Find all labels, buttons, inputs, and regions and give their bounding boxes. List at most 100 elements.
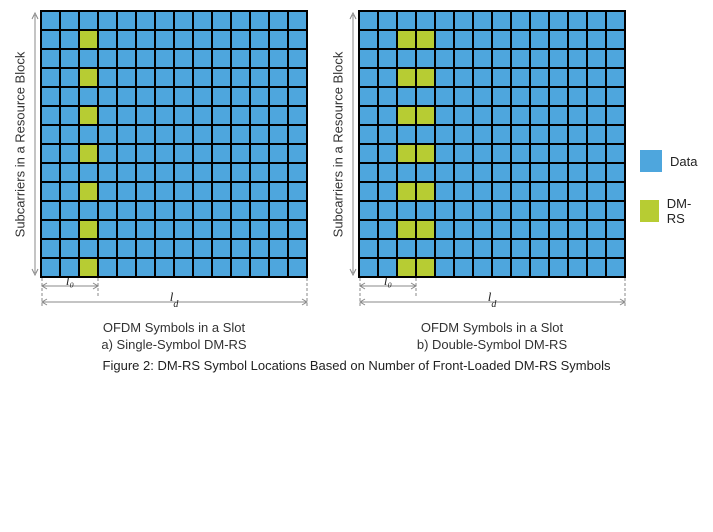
data-cell [435,68,454,87]
data-cell [117,11,136,30]
data-cell [568,106,587,125]
grid-row-b: Subcarriers in a Resource Block [328,10,626,278]
data-cell [530,11,549,30]
data-cell [212,49,231,68]
data-cell [98,30,117,49]
data-cell [454,258,473,277]
data-cell [231,106,250,125]
data-cell [492,30,511,49]
data-cell [174,182,193,201]
data-cell [511,87,530,106]
data-cell [530,144,549,163]
dimension-brackets-a: l₀ld [41,278,307,318]
data-cell [511,239,530,258]
data-cell [231,68,250,87]
data-cell [136,87,155,106]
data-cell [492,163,511,182]
data-cell [492,201,511,220]
dmrs-cell [397,106,416,125]
data-cell [454,106,473,125]
subcaption-b: b) Double-Symbol DM-RS [359,337,625,352]
data-cell [288,220,307,239]
data-cell [269,87,288,106]
legend-label-data: Data [670,154,697,169]
data-cell [606,106,625,125]
dmrs-cell [416,144,435,163]
data-cell [359,258,378,277]
dmrs-cell [79,68,98,87]
panel-double-symbol: Subcarriers in a Resource Block l₀ld OFD… [328,10,626,352]
data-cell [174,220,193,239]
resource-grid-a [40,10,308,278]
data-cell [193,106,212,125]
data-cell [473,87,492,106]
data-cell [473,30,492,49]
data-cell [511,220,530,239]
data-cell [473,163,492,182]
data-cell [79,125,98,144]
data-cell [530,163,549,182]
data-cell [231,220,250,239]
data-cell [435,125,454,144]
data-cell [473,220,492,239]
data-cell [174,201,193,220]
data-cell [359,144,378,163]
data-cell [492,49,511,68]
data-cell [288,87,307,106]
data-cell [193,87,212,106]
data-cell [269,201,288,220]
data-cell [549,220,568,239]
data-cell [250,30,269,49]
data-cell [435,87,454,106]
data-cell [492,144,511,163]
data-cell [193,11,212,30]
data-cell [568,239,587,258]
data-cell [41,258,60,277]
data-cell [60,144,79,163]
data-cell [212,201,231,220]
dmrs-cell [79,106,98,125]
data-cell [136,106,155,125]
data-cell [454,68,473,87]
data-cell [454,182,473,201]
data-cell [155,106,174,125]
svg-text:ld: ld [170,289,180,310]
data-cell [397,11,416,30]
data-cell [454,11,473,30]
data-cell [530,49,549,68]
data-cell [435,11,454,30]
data-cell [269,163,288,182]
data-cell [98,106,117,125]
data-cell [250,239,269,258]
data-cell [530,239,549,258]
data-cell [511,258,530,277]
data-cell [435,30,454,49]
data-cell [269,11,288,30]
data-cell [212,125,231,144]
data-cell [41,163,60,182]
legend: Data DM-RS [640,150,703,250]
data-cell [587,106,606,125]
data-cell [117,258,136,277]
data-cell [60,49,79,68]
data-cell [473,239,492,258]
data-cell [549,30,568,49]
data-cell [41,239,60,258]
data-cell [359,68,378,87]
data-cell [606,125,625,144]
data-cell [587,201,606,220]
resource-grid-b [358,10,626,278]
data-cell [288,182,307,201]
data-cell [549,11,568,30]
data-cell [549,87,568,106]
data-cell [359,163,378,182]
dmrs-cell [397,30,416,49]
data-cell [231,201,250,220]
data-cell [606,220,625,239]
data-cell [587,182,606,201]
data-cell [549,182,568,201]
data-cell [568,30,587,49]
data-cell [492,182,511,201]
data-cell [587,30,606,49]
data-cell [193,30,212,49]
